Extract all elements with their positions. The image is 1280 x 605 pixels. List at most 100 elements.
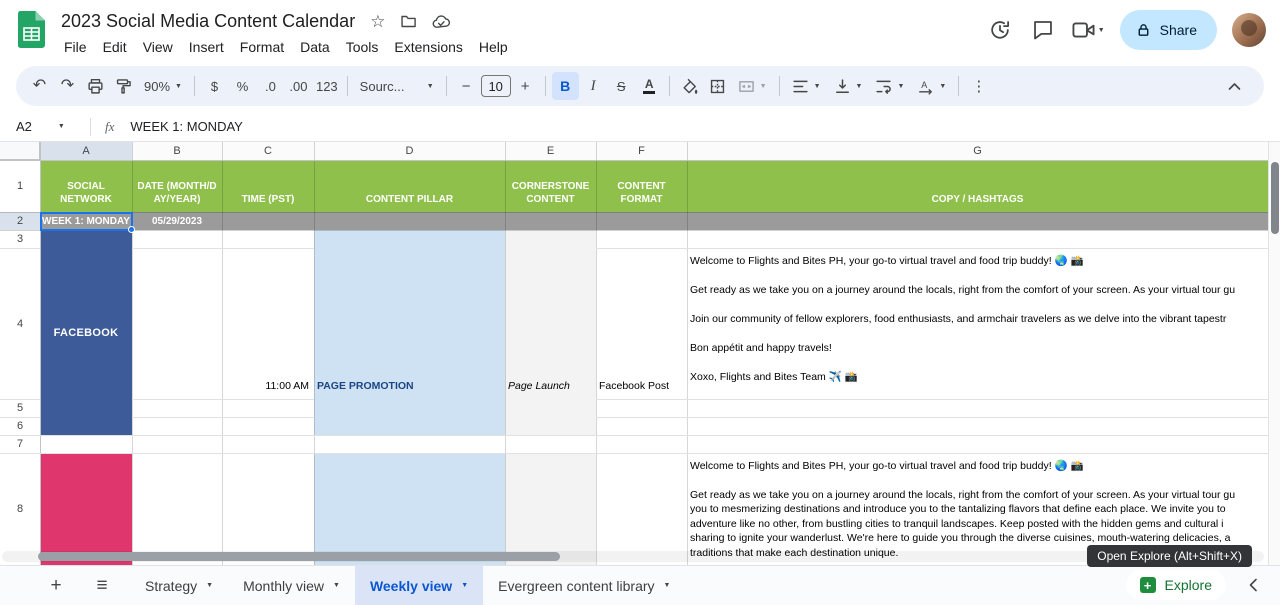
active-cell-selection[interactable] [40,212,135,233]
strikethrough-button[interactable]: S [608,72,635,100]
fill-handle[interactable] [128,226,135,233]
menu-edit[interactable]: Edit [95,37,135,57]
row-header-8[interactable]: 8 [0,453,40,565]
cornerstone-block-facebook[interactable] [505,230,596,435]
row-header-4[interactable]: 4 [0,248,40,399]
cell-c1[interactable]: TIME (PST) [222,160,314,212]
redo-button[interactable]: ↷ [54,72,81,100]
decrease-decimal-button[interactable]: .0 [257,72,284,100]
meet-video-button[interactable]: ▼ [1072,21,1105,39]
menu-tools[interactable]: Tools [338,37,387,57]
column-header-f[interactable]: F [596,142,687,160]
number-format-button[interactable]: 123 [313,72,341,100]
font-size-input[interactable]: 10 [480,75,511,97]
sheets-logo-icon[interactable] [18,11,45,48]
merge-cells-button[interactable]: ▼ [732,72,773,100]
row-header-1[interactable]: 1 [0,160,40,212]
row-header-6[interactable]: 6 [0,417,40,435]
format-currency-button[interactable]: $ [201,72,228,100]
tab-caret-icon[interactable]: ▼ [664,582,671,589]
move-folder-icon[interactable] [400,14,417,29]
sheet-tab-evergreen-content-library[interactable]: Evergreen content library ▼ [483,566,685,605]
document-title[interactable]: 2023 Social Media Content Calendar [61,11,355,32]
column-header-d[interactable]: D [314,142,505,160]
font-family-select[interactable]: Sourc... ▼ [354,72,440,100]
italic-button[interactable]: I [580,72,607,100]
add-sheet-button[interactable]: + [40,570,72,602]
week-row-band[interactable] [40,212,1268,230]
text-color-button[interactable]: A [636,72,663,100]
format-percent-button[interactable]: % [229,72,256,100]
cell-b1[interactable]: DATE (MONTH/DAY/YEAR) [132,160,222,212]
hide-panel-chevron-button[interactable] [1240,572,1266,598]
formula-input[interactable]: WEEK 1: MONDAY [130,119,242,134]
decrease-font-size-button[interactable]: − [453,72,480,100]
horizontal-scrollbar[interactable] [2,551,1264,562]
menu-view[interactable]: View [135,37,181,57]
star-icon[interactable]: ☆ [370,13,385,30]
vertical-align-button[interactable]: ▼ [828,72,869,100]
comments-icon[interactable] [1029,16,1057,44]
borders-button[interactable] [704,72,731,100]
cell-f1[interactable]: CONTENT FORMAT [596,160,687,212]
text-wrap-button[interactable]: ▼ [869,72,910,100]
all-sheets-button[interactable]: ≡ [86,570,118,602]
paint-format-button[interactable] [110,72,137,100]
name-box[interactable]: A2 ▼ [0,119,90,134]
cell-c4-time[interactable]: 11:00 AM [222,380,314,396]
cornerstone-block-instagram[interactable] [505,453,596,565]
column-header-e[interactable]: E [505,142,596,160]
row-header-3[interactable]: 3 [0,230,40,248]
cell-a1[interactable]: SOCIAL NETWORK [40,160,132,212]
cell-g1[interactable]: COPY / HASHTAGS [687,160,1268,212]
tab-caret-icon[interactable]: ▼ [461,582,468,589]
column-header-b[interactable]: B [132,142,222,160]
sheet-tab-weekly-view[interactable]: Weekly view ▼ [354,565,484,605]
horizontal-align-button[interactable]: ▼ [786,72,827,100]
text-rotation-button[interactable]: A ▼ [911,72,952,100]
menu-data[interactable]: Data [292,37,338,57]
column-header-c[interactable]: C [222,142,314,160]
cell-d1[interactable]: CONTENT PILLAR [314,160,505,212]
column-header-g[interactable]: G [687,142,1268,160]
cell-b2[interactable]: 05/29/2023 [132,212,222,230]
increase-decimal-button[interactable]: .00 [285,72,312,100]
increase-font-size-button[interactable]: + [512,72,539,100]
menu-help[interactable]: Help [471,37,516,57]
select-all-corner[interactable] [0,142,40,160]
fill-color-button[interactable] [676,72,703,100]
menu-format[interactable]: Format [232,37,292,57]
share-button[interactable]: Share [1119,10,1217,50]
more-toolbar-button[interactable]: ⋮ [965,72,992,100]
meet-caret-icon[interactable]: ▼ [1098,27,1105,34]
cell-e1[interactable]: CORNERSTONE CONTENT [505,160,596,212]
cell-g4-copy[interactable]: Welcome to Flights and Bites PH, your go… [690,254,1266,397]
print-button[interactable] [82,72,109,100]
bold-button[interactable]: B [551,72,579,100]
tab-caret-icon[interactable]: ▼ [333,582,340,589]
menu-file[interactable]: File [56,37,95,57]
undo-button[interactable]: ↶ [26,72,53,100]
menu-extensions[interactable]: Extensions [386,37,470,57]
zoom-select[interactable]: 90% ▼ [138,72,188,100]
facebook-label[interactable]: FACEBOOK [40,230,132,435]
sheet-tab-strategy[interactable]: Strategy ▼ [130,566,228,605]
hide-toolbar-button[interactable] [1221,72,1248,100]
row-header-7[interactable]: 7 [0,435,40,453]
pillar-block-facebook[interactable] [314,230,505,435]
version-history-icon[interactable] [986,16,1014,44]
explore-button[interactable]: + Explore [1125,570,1226,600]
vertical-scrollbar-thumb[interactable] [1271,162,1279,234]
column-header-a[interactable]: A [40,142,132,160]
cloud-saved-icon[interactable] [432,14,451,29]
menu-insert[interactable]: Insert [181,37,232,57]
account-avatar[interactable] [1232,13,1266,47]
row-header-5[interactable]: 5 [0,399,40,417]
sheet-tab-monthly-view[interactable]: Monthly view ▼ [228,566,355,605]
cell-d4-pillar[interactable]: PAGE PROMOTION [314,380,505,396]
cell-e4-cornerstone[interactable]: Page Launch [505,380,596,396]
pillar-block-instagram[interactable] [314,453,505,565]
row-header-2[interactable]: 2 [0,212,40,230]
cell-f4-format[interactable]: Facebook Post [596,380,687,396]
horizontal-scrollbar-thumb[interactable] [38,552,560,561]
